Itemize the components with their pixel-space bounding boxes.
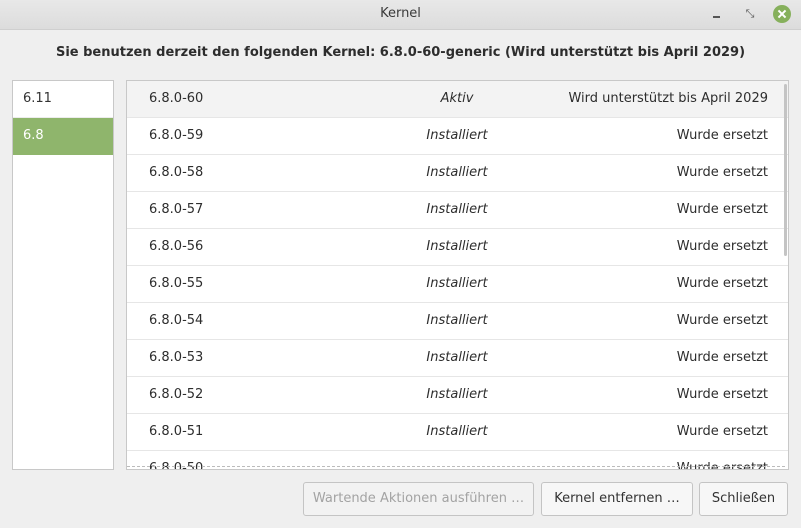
kernel-support: Wurde ersetzt bbox=[676, 128, 768, 143]
kernel-support: Wurde ersetzt bbox=[676, 165, 768, 180]
kernel-status: Installiert bbox=[426, 387, 488, 402]
scrollbar[interactable] bbox=[784, 84, 787, 256]
sidebar-item-6-8[interactable]: 6.8 bbox=[13, 118, 113, 155]
kernel-row[interactable]: 6.8.0-55 Installiert Wurde ersetzt bbox=[127, 266, 788, 303]
kernel-status: Installiert bbox=[426, 239, 488, 254]
kernel-row[interactable]: 6.8.0-52 Installiert Wurde ersetzt bbox=[127, 377, 788, 414]
kernel-status: Installiert bbox=[426, 276, 488, 291]
kernel-list: 6.8.0-60 Aktiv Wird unterstützt bis Apri… bbox=[126, 80, 789, 470]
kernel-support: Wurde ersetzt bbox=[676, 239, 768, 254]
restore-icon[interactable]: ⤡ bbox=[741, 5, 759, 23]
kernel-support: Wurde ersetzt bbox=[676, 424, 768, 439]
kernel-version: 6.8.0-59 bbox=[149, 128, 204, 143]
kernel-row[interactable]: 6.8.0-53 Installiert Wurde ersetzt bbox=[127, 340, 788, 377]
kernel-support: Wurde ersetzt bbox=[676, 276, 768, 291]
kernel-version: 6.8.0-55 bbox=[149, 276, 204, 291]
kernel-version: 6.8.0-57 bbox=[149, 202, 204, 217]
list-bottom-edge bbox=[127, 466, 785, 467]
kernel-support: Wurde ersetzt bbox=[676, 202, 768, 217]
kernel-version: 6.8.0-52 bbox=[149, 387, 204, 402]
kernel-status: Aktiv bbox=[440, 91, 474, 106]
kernel-version: 6.8.0-60 bbox=[149, 91, 204, 106]
kernel-row[interactable]: 6.8.0-51 Installiert Wurde ersetzt bbox=[127, 414, 788, 451]
kernel-status: Installiert bbox=[426, 128, 488, 143]
kernel-row[interactable]: 6.8.0-60 Aktiv Wird unterstützt bis Apri… bbox=[127, 81, 788, 118]
kernel-support: Wurde ersetzt bbox=[676, 313, 768, 328]
sidebar-item-6-11[interactable]: 6.11 bbox=[13, 81, 113, 118]
kernel-row[interactable]: 6.8.0-56 Installiert Wurde ersetzt bbox=[127, 229, 788, 266]
kernel-series-list: 6.11 6.8 bbox=[12, 80, 114, 470]
current-kernel-text: Sie benutzen derzeit den folgenden Kerne… bbox=[55, 45, 746, 60]
kernel-support: Wurde ersetzt bbox=[676, 350, 768, 365]
kernel-version: 6.8.0-58 bbox=[149, 165, 204, 180]
kernel-version: 6.8.0-54 bbox=[149, 313, 204, 328]
apply-pending-button[interactable]: Wartende Aktionen ausführen … bbox=[303, 482, 534, 516]
kernel-status: Installiert bbox=[426, 202, 488, 217]
kernel-version: 6.8.0-53 bbox=[149, 350, 204, 365]
kernel-status: Installiert bbox=[426, 424, 488, 439]
kernel-status: Installiert bbox=[426, 165, 488, 180]
kernel-support: Wurde ersetzt bbox=[676, 387, 768, 402]
kernel-support: Wird unterstützt bis April 2029 bbox=[568, 91, 768, 106]
kernel-row[interactable]: 6.8.0-59 Installiert Wurde ersetzt bbox=[127, 118, 788, 155]
remove-kernel-button[interactable]: Kernel entfernen … bbox=[541, 482, 693, 516]
kernel-row[interactable]: 6.8.0-54 Installiert Wurde ersetzt bbox=[127, 303, 788, 340]
close-button[interactable]: Schließen bbox=[699, 482, 788, 516]
minimize-icon[interactable] bbox=[708, 5, 726, 23]
close-icon[interactable] bbox=[773, 5, 791, 23]
kernel-row[interactable]: 6.8.0-50 Wurde ersetzt bbox=[127, 451, 788, 469]
kernel-version: 6.8.0-51 bbox=[149, 424, 204, 439]
window-title: Kernel bbox=[380, 6, 421, 21]
kernel-version: 6.8.0-56 bbox=[149, 239, 204, 254]
kernel-status: Installiert bbox=[426, 350, 488, 365]
title-bar: Kernel ⤡ bbox=[0, 0, 801, 30]
kernel-row[interactable]: 6.8.0-58 Installiert Wurde ersetzt bbox=[127, 155, 788, 192]
kernel-status: Installiert bbox=[426, 313, 488, 328]
kernel-row[interactable]: 6.8.0-57 Installiert Wurde ersetzt bbox=[127, 192, 788, 229]
